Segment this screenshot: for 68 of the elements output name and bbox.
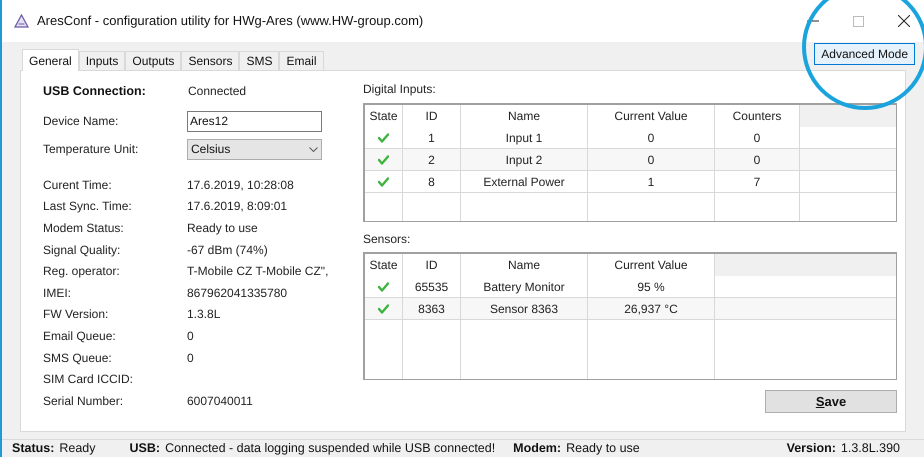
device-name-field[interactable]: Ares12 <box>187 110 322 132</box>
field-value: 6007040011 <box>187 392 253 410</box>
save-button[interactable]: Save <box>765 390 897 413</box>
table-cell: Battery Monitor <box>461 276 588 297</box>
field-value: 17.6.2019, 10:28:08 <box>187 176 294 194</box>
field-label: FW Version: <box>43 306 110 324</box>
tab[interactable]: SMS <box>239 51 280 70</box>
table-cell: 8363 <box>403 298 461 319</box>
status-value: 1.3.8L.390 <box>840 440 900 457</box>
table-cell: 0 <box>588 127 715 148</box>
field-value: 867962041335780 <box>187 284 288 302</box>
field-value: 0 <box>187 350 194 367</box>
field-value: -67 dBm (74%) <box>187 242 268 259</box>
field-value: 17.6.2019, 8:09:01 <box>187 198 288 216</box>
table-cell: 8 <box>403 171 461 192</box>
table-cell: 26,937 °C <box>588 298 715 319</box>
table-cell: 2 <box>403 149 461 170</box>
field-label: Curent Time: <box>43 176 113 194</box>
field-label: Modem Status: <box>43 220 125 237</box>
tab[interactable]: Sensors <box>181 51 240 70</box>
table-cell: Input 1 <box>461 127 588 148</box>
field-value: T-Mobile CZ T-Mobile CZ", <box>187 263 328 280</box>
minimize-icon[interactable] <box>807 20 819 22</box>
table-cell: External Power <box>461 171 588 192</box>
table-cell: 1 <box>403 127 461 148</box>
field-label: Serial Number: <box>43 392 124 410</box>
table-cell: Input 2 <box>461 149 588 170</box>
status-value: Connected - data logging suspended while USB connected! <box>165 440 496 457</box>
field-label: IMEI: <box>43 284 72 302</box>
tab[interactable]: Outputs <box>125 51 182 70</box>
field-label: Temperature Unit: <box>43 141 140 158</box>
field-label: SIM Card ICCID: <box>43 371 134 388</box>
tab[interactable]: Email <box>279 51 324 70</box>
field-label: SMS Queue: <box>43 350 113 367</box>
status-label: USB: <box>130 440 160 457</box>
table-cell: 65535 <box>403 276 461 297</box>
field-label: Last Sync. Time: <box>43 198 133 216</box>
status-value: Ready <box>59 440 96 457</box>
section-title: Sensors: <box>363 231 412 248</box>
temperature-unit-dropdown[interactable]: Celsius <box>187 138 322 160</box>
field-label: Reg. operator: <box>43 263 121 280</box>
status-value: Ready to use <box>566 440 640 457</box>
table-cell: 1 <box>588 171 715 192</box>
triangle-logo-icon <box>14 14 29 28</box>
chevron-down-icon <box>309 146 318 152</box>
table-cell: Sensor 8363 <box>461 298 588 319</box>
window-title: AresConf - configuration utility for HWg-Ares (www.HW-group.com) <box>37 12 424 30</box>
close-icon[interactable] <box>898 15 910 27</box>
table-cell: 0 <box>715 149 800 170</box>
field-value: Connected <box>188 83 246 100</box>
tab[interactable]: General <box>22 49 79 71</box>
table-cell: 0 <box>715 127 800 148</box>
advanced-mode-button[interactable]: Advanced Mode <box>814 43 915 65</box>
field-value: 1.3.8L <box>187 306 220 324</box>
tab[interactable]: Inputs <box>78 51 126 70</box>
table-cell: 0 <box>588 149 715 170</box>
status-label: Modem: <box>513 440 562 457</box>
status-label: Status: <box>12 440 54 457</box>
field-label: Signal Quality: <box>43 242 122 259</box>
table-cell: 7 <box>715 171 800 192</box>
field-value: Ready to use <box>187 220 258 237</box>
status-label: Version: <box>786 440 836 457</box>
table-cell: 95 % <box>588 276 715 297</box>
field-label: Email Queue: <box>43 328 117 345</box>
section-title: Digital Inputs: <box>363 81 437 98</box>
field-value: 0 <box>187 328 194 345</box>
field-label: USB Connection: <box>43 82 147 100</box>
field-label: Device Name: <box>43 113 120 130</box>
